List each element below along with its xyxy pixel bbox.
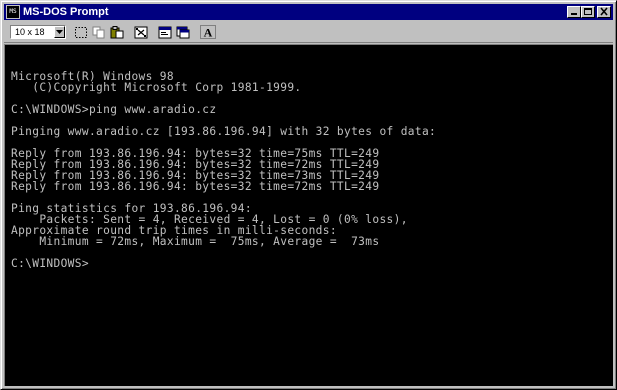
maximize-icon bbox=[584, 8, 592, 15]
mark-icon bbox=[75, 26, 87, 38]
console-line: C:\WINDOWS> bbox=[11, 257, 89, 270]
minimize-icon bbox=[571, 13, 577, 15]
font-button-label: A bbox=[204, 26, 213, 40]
msdos-window: MS MS-DOS Prompt 10 x 18 A Microsoft(R) … bbox=[0, 0, 617, 390]
caption-buttons bbox=[567, 6, 611, 18]
fullscreen-icon bbox=[134, 26, 148, 38]
mark-button[interactable] bbox=[72, 24, 90, 41]
font-button[interactable]: A bbox=[198, 24, 218, 41]
window-title: MS-DOS Prompt bbox=[23, 6, 109, 18]
properties-button[interactable] bbox=[156, 24, 174, 41]
console-output: Microsoft(R) Windows 98 (C)Copyright Mic… bbox=[5, 45, 613, 269]
console-area[interactable]: Microsoft(R) Windows 98 (C)Copyright Mic… bbox=[4, 44, 613, 386]
console-line: C:\WINDOWS>ping www.aradio.cz bbox=[11, 103, 217, 116]
font-size-value: 10 x 18 bbox=[15, 27, 45, 37]
console-line: Reply from 193.86.196.94: bytes=32 time=… bbox=[11, 180, 380, 193]
chevron-down-icon bbox=[56, 30, 63, 34]
background-icon bbox=[176, 26, 190, 38]
maximize-button[interactable] bbox=[581, 6, 595, 18]
msdos-app-icon[interactable]: MS bbox=[6, 5, 20, 19]
properties-icon bbox=[158, 26, 172, 38]
copy-button[interactable] bbox=[90, 24, 108, 41]
fullscreen-button[interactable] bbox=[132, 24, 150, 41]
dropdown-button[interactable] bbox=[54, 26, 65, 38]
toolbar: 10 x 18 A bbox=[4, 22, 613, 43]
close-button[interactable] bbox=[597, 6, 611, 18]
title-bar[interactable]: MS MS-DOS Prompt bbox=[4, 4, 613, 20]
font-icon: A bbox=[200, 25, 216, 39]
console-line: Pinging www.aradio.cz [193.86.196.94] wi… bbox=[11, 125, 437, 138]
console-line: (C)Copyright Microsoft Corp 1981-1999. bbox=[11, 81, 302, 94]
minimize-button[interactable] bbox=[567, 6, 581, 18]
background-button[interactable] bbox=[174, 24, 192, 41]
copy-icon bbox=[92, 26, 105, 38]
close-icon bbox=[600, 7, 608, 16]
paste-icon bbox=[110, 25, 124, 38]
console-line: Minimum = 72ms, Maximum = 75ms, Average … bbox=[11, 235, 380, 248]
app-icon-label: MS bbox=[9, 8, 17, 15]
font-size-select[interactable]: 10 x 18 bbox=[10, 25, 66, 39]
paste-button[interactable] bbox=[108, 24, 126, 41]
